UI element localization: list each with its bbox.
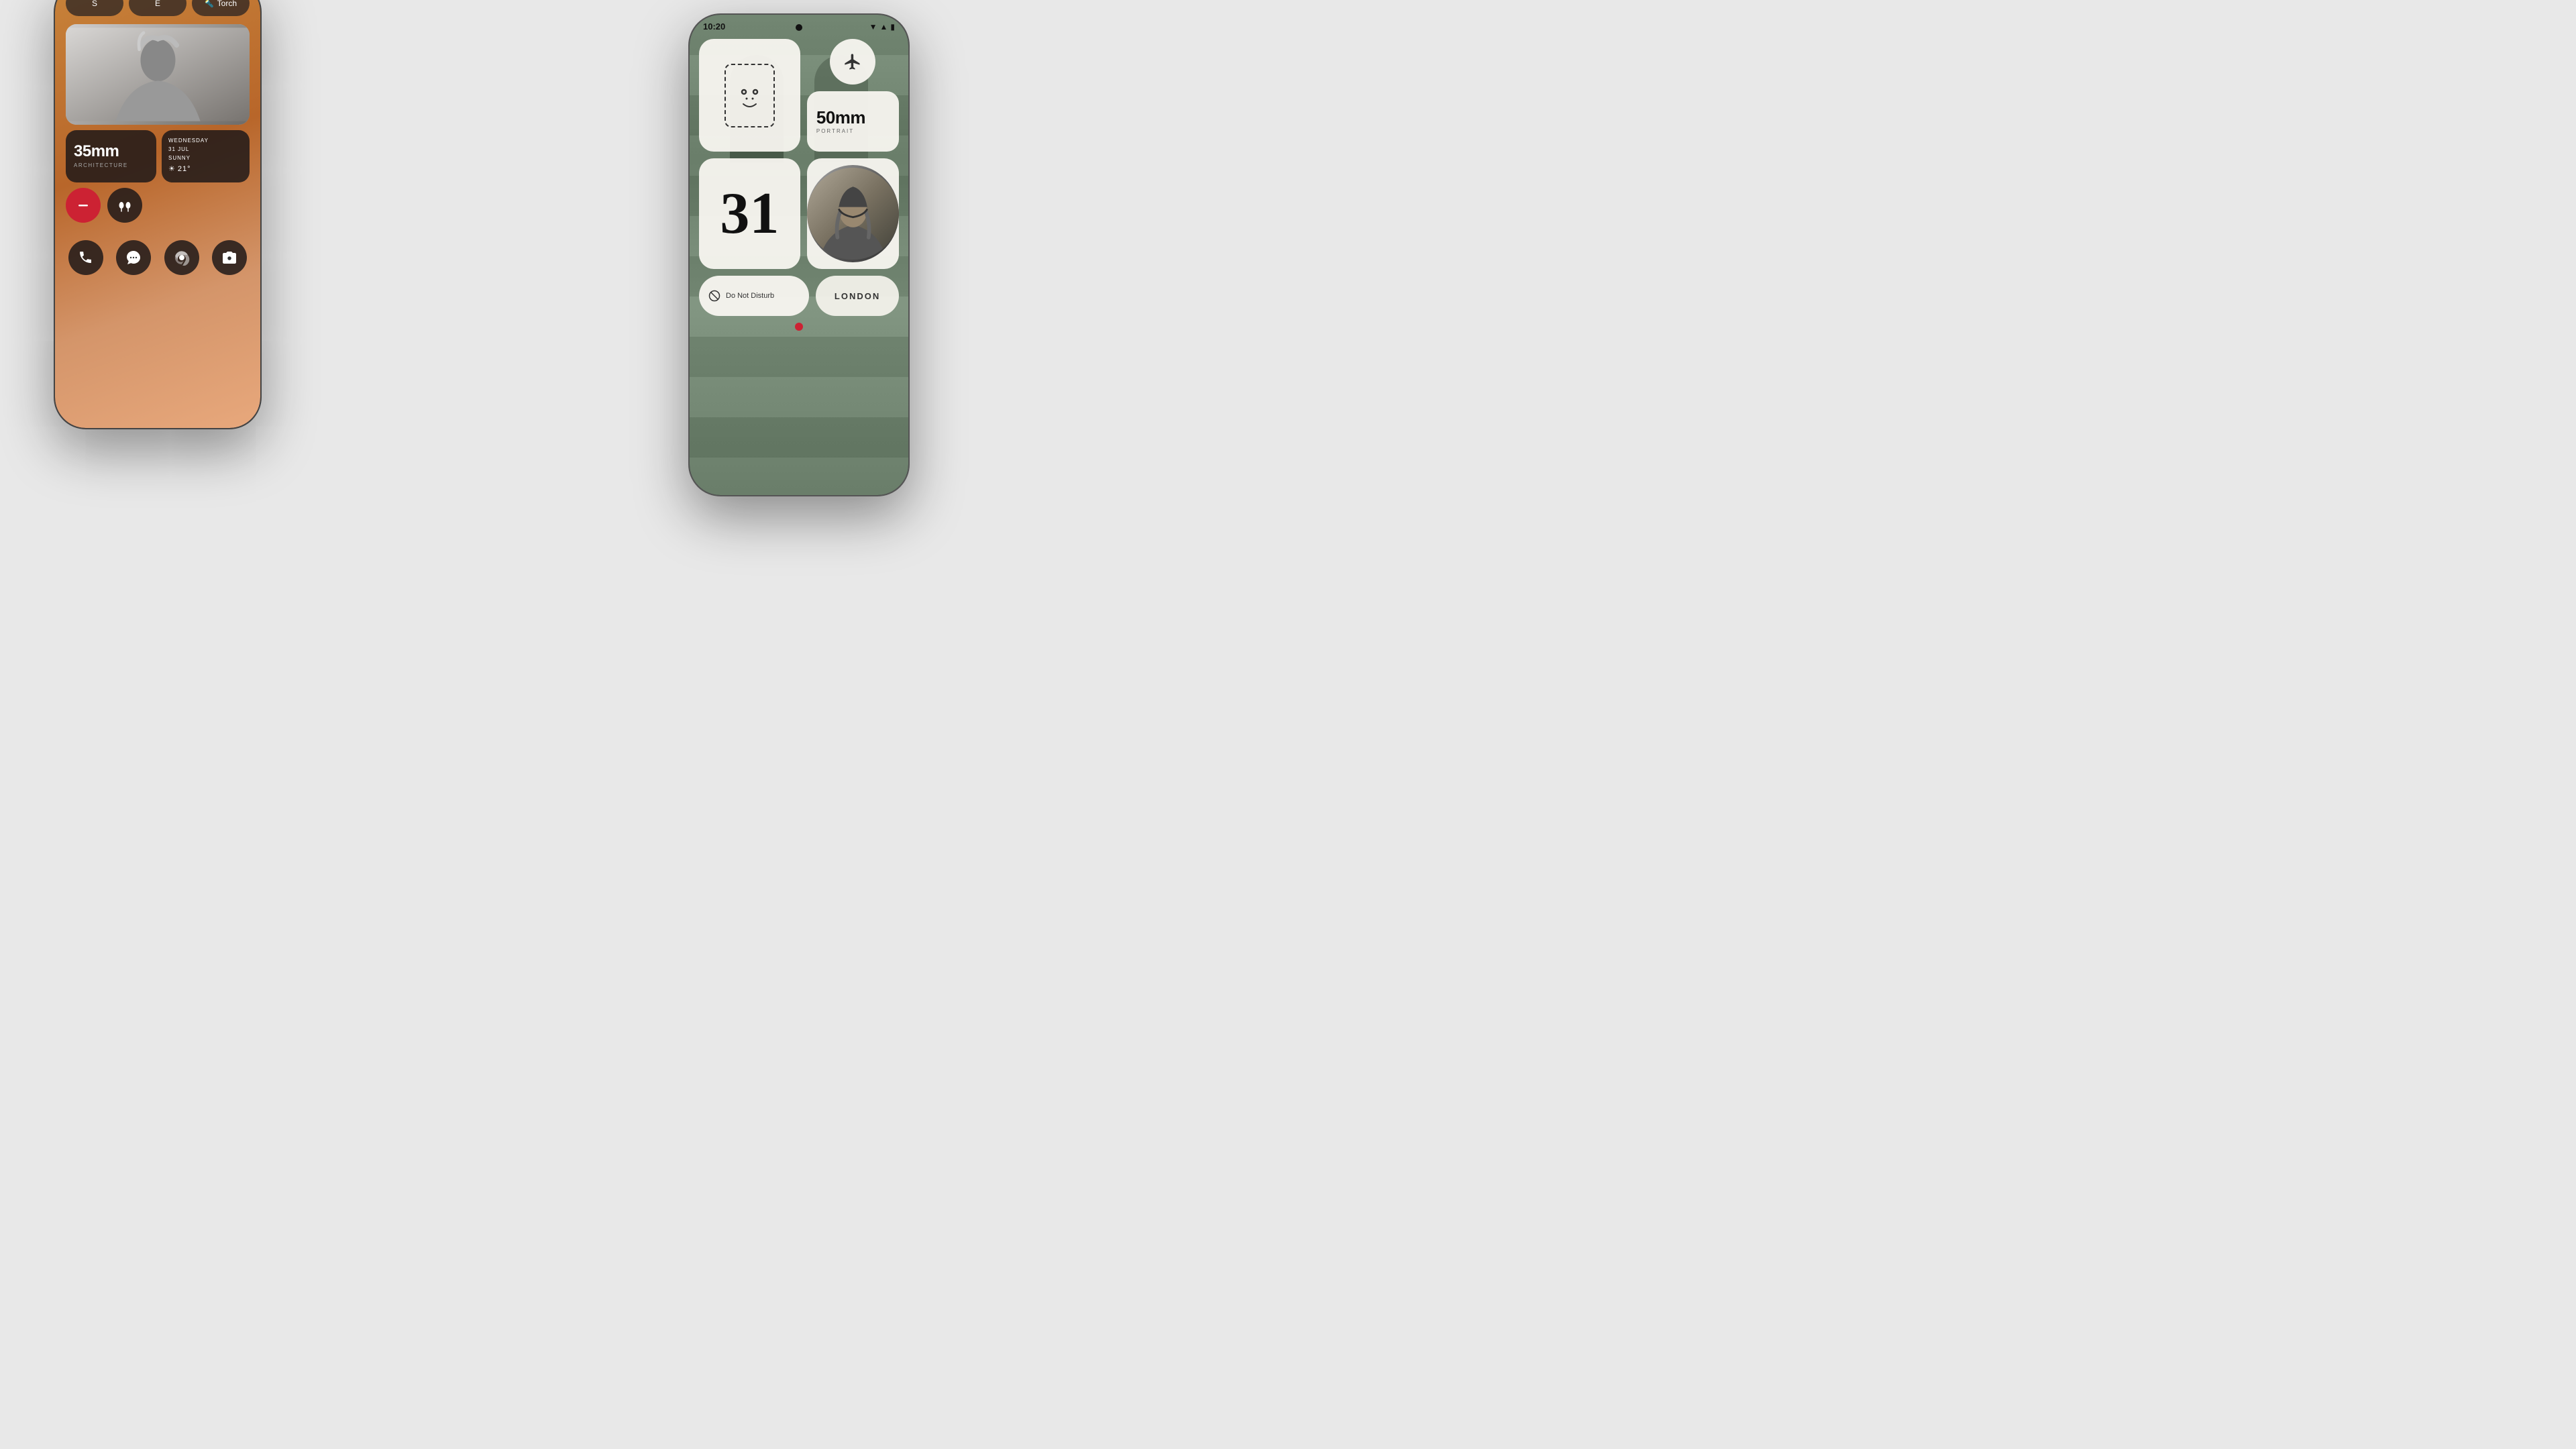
app-dock	[55, 233, 260, 282]
widget-50mm[interactable]: 50mm PORTRAIT	[807, 91, 899, 152]
phone-icon	[78, 250, 94, 266]
dnd-label: Do Not Disturb	[726, 291, 774, 301]
widget-35mm[interactable]: 35mm ARCHITECTURE	[66, 130, 156, 182]
widget-35mm-sub: ARCHITECTURE	[74, 162, 148, 168]
battery-icon: ▮	[890, 22, 895, 32]
widget-photo-circle[interactable]	[807, 158, 899, 269]
photo-circle-inner	[807, 165, 899, 262]
camera-icon	[221, 250, 237, 266]
widget-face-id[interactable]	[699, 39, 800, 152]
circle-buttons-row	[55, 188, 260, 223]
widget-dnd[interactable]: Do Not Disturb	[699, 276, 809, 316]
chrome-icon	[174, 250, 190, 266]
phones-container: S E 🔦 Torch	[0, 0, 977, 547]
airplane-icon	[843, 52, 862, 71]
status-icons: ▼ ▲ ▮	[869, 22, 895, 32]
widgets-area: 50mm PORTRAIT 31	[690, 35, 908, 335]
widget-london[interactable]: LONDON	[816, 276, 899, 316]
photo-placeholder	[66, 24, 250, 125]
airpods-button[interactable]	[107, 188, 142, 223]
btn-torch[interactable]: 🔦 Torch	[192, 0, 250, 16]
widgets-row-4	[699, 323, 899, 331]
weather-day: WEDNESDAY 31 JUL SUNNY ☀ 21°	[168, 137, 243, 176]
widgets-row-3: Do Not Disturb LONDON	[699, 276, 899, 316]
widget-50mm-title: 50mm	[816, 109, 890, 126]
phone-left: S E 🔦 Torch	[54, 0, 262, 429]
portrait-svg	[66, 24, 250, 125]
date-number: 31	[720, 184, 779, 244]
widget-date-31[interactable]: 31	[699, 158, 800, 269]
sun-icon: ☀	[168, 164, 176, 176]
minus-icon	[76, 199, 90, 212]
btn-s[interactable]: S	[66, 0, 123, 16]
dock-camera[interactable]	[212, 240, 247, 275]
widget-airplane[interactable]	[830, 39, 875, 85]
widgets-row-1: 50mm PORTRAIT	[699, 39, 899, 152]
red-dot-indicator	[795, 323, 803, 331]
photo-widget	[66, 24, 250, 125]
dock-chrome[interactable]	[164, 240, 199, 275]
widgets-row: 35mm ARCHITECTURE WEDNESDAY 31 JUL SUNNY…	[55, 130, 260, 182]
top-buttons-row: S E 🔦 Torch	[55, 0, 260, 21]
minus-button[interactable]	[66, 188, 101, 223]
widgets-row-2: 31	[699, 158, 899, 269]
torch-icon: 🔦	[205, 0, 214, 8]
phone-right: 10:20 ▼ ▲ ▮	[688, 13, 910, 496]
face-id-svg	[735, 77, 765, 114]
wifi-icon: ▼	[869, 22, 877, 32]
dock-phone[interactable]	[68, 240, 103, 275]
status-time: 10:20	[703, 21, 725, 32]
btn-e[interactable]: E	[129, 0, 186, 16]
widget-50mm-sub: PORTRAIT	[816, 128, 890, 134]
dnd-icon	[708, 290, 720, 302]
signal-icon: ▲	[880, 22, 888, 32]
right-phone-screen: 10:20 ▼ ▲ ▮	[690, 15, 908, 495]
left-phone-screen: S E 🔦 Torch	[55, 0, 260, 428]
dock-messages[interactable]	[116, 240, 151, 275]
airpods-icon	[117, 199, 133, 212]
widget-weather[interactable]: WEDNESDAY 31 JUL SUNNY ☀ 21°	[162, 130, 250, 182]
right-col-top: 50mm PORTRAIT	[807, 39, 899, 152]
headgear-portrait-svg	[807, 165, 899, 262]
messages-icon	[125, 250, 142, 266]
face-id-icon	[724, 64, 775, 127]
widget-35mm-title: 35mm	[74, 144, 148, 160]
london-label: LONDON	[835, 291, 880, 301]
camera-dot	[796, 24, 802, 31]
